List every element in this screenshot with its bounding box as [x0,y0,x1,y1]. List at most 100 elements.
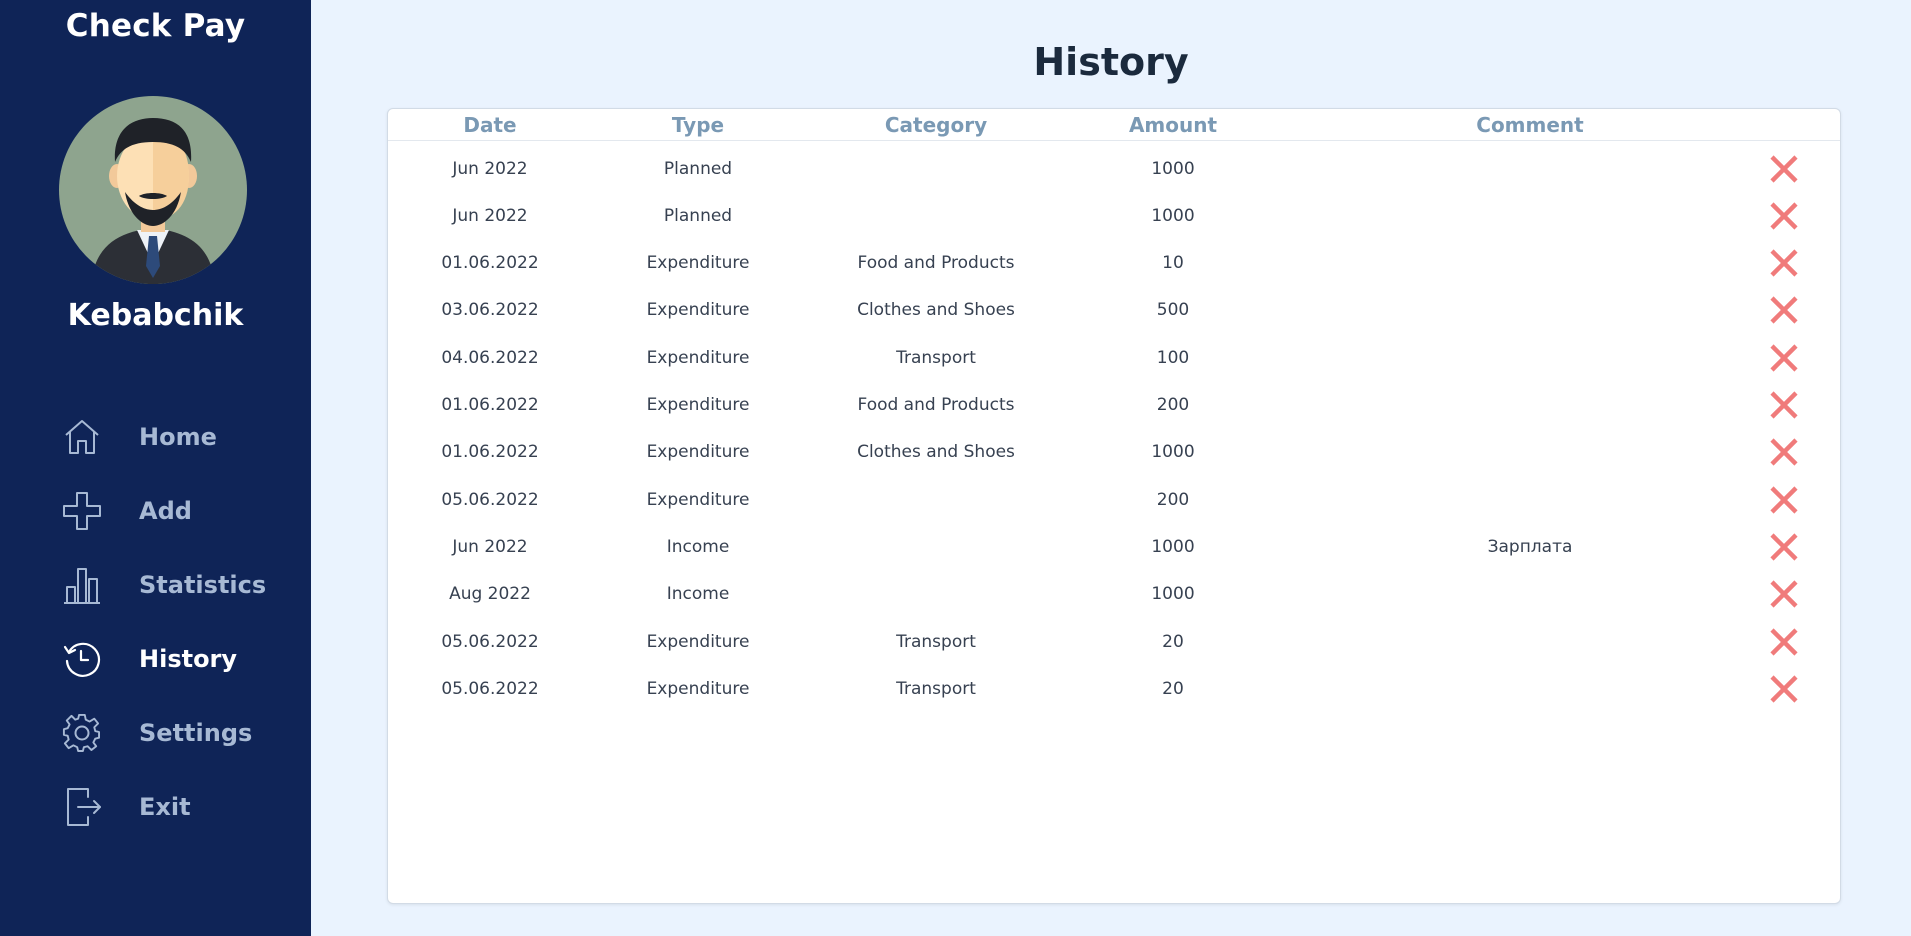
sidebar-nav: Home Add Statistics History Settings Exi… [0,400,311,844]
column-header-comment[interactable]: Comment [1476,113,1583,137]
page-title: History [1033,40,1189,84]
cell-category: Transport [896,347,976,368]
delete-icon[interactable] [1767,577,1801,611]
delete-icon[interactable] [1767,246,1801,280]
column-header-type[interactable]: Type [672,113,724,137]
nav-label-home: Home [139,423,217,451]
username: Kebabchik [67,298,244,333]
cell-date: 04.06.2022 [441,347,539,368]
cell-type: Expenditure [646,631,750,652]
home-icon [62,417,102,457]
table-row: 05.06.2022 Expenditure 200 [388,476,1840,523]
sidebar: Check Pay Kebabchik Home Add Statistics … [0,0,311,936]
bar-chart-icon [62,565,102,605]
table-row: 03.06.2022 Expenditure Clothes and Shoes 50… [388,287,1840,334]
column-header-date[interactable]: Date [463,113,516,137]
cell-amount: 200 [1156,489,1190,510]
cell-date: 05.06.2022 [441,678,539,699]
cell-amount: 1000 [1151,158,1195,179]
cell-date: 01.06.2022 [441,442,539,463]
history-icon [62,639,102,679]
table-row: Jun 2022 Planned 1000 [388,145,1840,192]
cell-type: Expenditure [646,395,750,415]
cell-date: 05.06.2022 [441,489,539,510]
table-row: 01.06.2022 Expenditure Food and Products 10 [388,240,1840,287]
cell-date: 05.06.2022 [441,631,539,652]
delete-icon[interactable] [1767,672,1801,706]
cell-date: 03.06.2022 [441,300,539,321]
cell-category: Food and Products [857,395,1015,415]
cell-date: Jun 2022 [452,536,528,557]
plus-icon [62,491,102,531]
nav-label-add: Add [139,497,192,525]
table-row: 01.06.2022 Expenditure Food and Products 20… [388,382,1840,429]
cell-type: Expenditure [646,347,750,368]
table-row: 05.06.2022 Expenditure Transport 20 [388,618,1840,665]
cell-amount: 100 [1156,347,1190,368]
cell-type: Expenditure [646,300,750,321]
nav-item-history[interactable]: History [0,622,311,696]
cell-type: Income [666,584,730,605]
cell-amount: 1000 [1151,205,1195,226]
nav-item-home[interactable]: Home [0,400,311,474]
delete-icon[interactable] [1767,388,1801,422]
cell-category: Transport [896,631,976,652]
cell-type: Expenditure [646,253,750,274]
nav-item-settings[interactable]: Settings [0,696,311,770]
cell-amount: 1000 [1151,584,1195,605]
delete-icon[interactable] [1767,483,1801,517]
cell-type: Planned [663,158,733,179]
cell-amount: 1000 [1151,442,1195,463]
app-title: Check Pay [65,8,246,44]
cell-amount: 20 [1162,678,1184,699]
table-row: Aug 2022 Income 1000 [388,571,1840,618]
delete-icon[interactable] [1767,435,1801,469]
nav-item-statistics[interactable]: Statistics [0,548,311,622]
cell-amount: 500 [1156,300,1190,321]
cell-date: Jun 2022 [452,205,528,226]
nav-item-exit[interactable]: Exit [0,770,311,844]
table-row: 01.06.2022 Expenditure Clothes and Shoes 10… [388,429,1840,476]
nav-label-settings: Settings [139,719,253,747]
nav-label-history: History [139,645,238,673]
nav-label-statistics: Statistics [139,571,267,599]
cell-category: Transport [896,678,976,699]
delete-icon[interactable] [1767,625,1801,659]
delete-icon[interactable] [1767,341,1801,375]
delete-icon[interactable] [1767,530,1801,564]
cell-category: Clothes and Shoes [857,442,1015,463]
cell-date: Aug 2022 [449,584,531,605]
history-table: Date Type Category Amount Comment Jun 20… [387,108,1841,904]
cell-amount: 200 [1156,395,1190,415]
cell-amount: 1000 [1151,536,1195,557]
cell-date: Jun 2022 [452,158,528,179]
avatar-illustration [91,118,215,284]
delete-icon[interactable] [1767,152,1801,186]
table-row: 04.06.2022 Expenditure Transport 100 [388,334,1840,381]
cell-type: Expenditure [646,442,750,463]
avatar [59,96,247,284]
table-row: Jun 2022 Planned 1000 [388,192,1840,239]
cell-date: 01.06.2022 [441,253,539,274]
cell-date: 01.06.2022 [441,395,539,415]
delete-icon[interactable] [1767,293,1801,327]
cell-category: Food and Products [857,253,1015,274]
column-header-amount[interactable]: Amount [1129,113,1217,137]
table-row: Jun 2022 Income 1000 Зарплата [388,523,1840,570]
table-header: Date Type Category Amount Comment [388,109,1840,141]
nav-label-exit: Exit [139,793,191,821]
table-row: 05.06.2022 Expenditure Transport 20 [388,665,1840,712]
cell-amount: 10 [1162,253,1184,274]
cell-type: Expenditure [646,489,750,510]
cell-type: Expenditure [646,678,750,699]
cell-comment: Зарплата [1487,536,1573,557]
nav-item-add[interactable]: Add [0,474,311,548]
exit-icon [62,787,102,827]
cell-type: Planned [663,205,733,226]
column-header-category[interactable]: Category [885,113,987,137]
gear-icon [62,713,102,753]
cell-type: Income [666,536,730,557]
cell-category: Clothes and Shoes [857,300,1015,321]
delete-icon[interactable] [1767,199,1801,233]
cell-amount: 20 [1162,631,1184,652]
